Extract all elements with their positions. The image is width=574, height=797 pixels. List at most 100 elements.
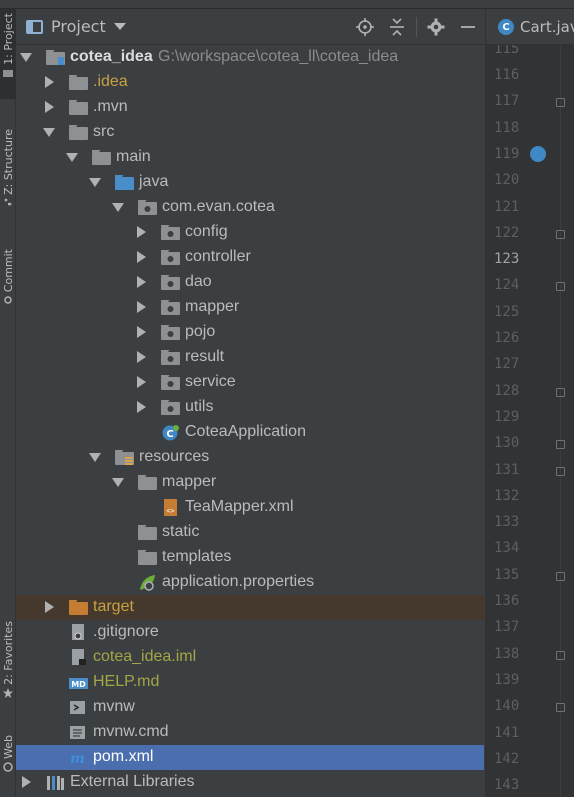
fold-marker-icon[interactable]: [556, 440, 565, 450]
expand-arrow-right-icon[interactable]: [137, 276, 146, 288]
expand-arrow-right-icon[interactable]: [137, 226, 146, 238]
tree-row[interactable]: application.properties: [16, 570, 484, 595]
tree-row[interactable]: cotea_idea G:\workspace\cotea_ll\cotea_id…: [16, 45, 484, 70]
tree-row[interactable]: mapper: [16, 295, 484, 320]
tool-tab-project-label: 1: Project: [1, 13, 15, 65]
expand-arrow-down-icon[interactable]: [20, 53, 32, 62]
expand-arrow-down-icon[interactable]: [112, 478, 124, 487]
tree-row[interactable]: resources: [16, 445, 484, 470]
tree-row[interactable]: main: [16, 145, 484, 170]
folder-icon: [69, 99, 88, 116]
line-number: 138: [494, 645, 520, 662]
expand-arrow-down-icon[interactable]: [89, 453, 101, 462]
tree-row[interactable]: com.evan.cotea: [16, 195, 484, 220]
line-number: 115: [494, 45, 520, 57]
tool-tab-favorites[interactable]: 2: Favorites: [0, 621, 16, 719]
tree-row[interactable]: pojo: [16, 320, 484, 345]
tree-row-label: java: [139, 173, 169, 190]
tree-row[interactable]: controller: [16, 245, 484, 270]
expand-arrow-right-icon[interactable]: [22, 776, 31, 788]
expand-arrow-right-icon[interactable]: [137, 326, 146, 338]
line-number: 137: [494, 619, 520, 636]
gutter-fold-line: [560, 45, 561, 797]
tool-tab-web[interactable]: Web: [0, 735, 16, 793]
tree-row[interactable]: service: [16, 370, 484, 395]
folder-icon: [138, 524, 157, 541]
tool-tab-web-label: Web: [1, 735, 15, 759]
editor-tab-cart-java[interactable]: C Cart.java: [486, 9, 574, 45]
tree-row-label: main: [116, 148, 151, 165]
line-number: 131: [494, 461, 520, 478]
expand-arrow-right-icon[interactable]: [137, 351, 146, 363]
tree-row[interactable]: .mvn: [16, 95, 484, 120]
tree-row[interactable]: .gitignore: [16, 620, 484, 645]
tree-row[interactable]: utils: [16, 395, 484, 420]
tool-tab-structure-label: Z: Structure: [1, 129, 15, 195]
fold-marker-icon[interactable]: [556, 703, 565, 713]
tree-row[interactable]: java: [16, 170, 484, 195]
expand-arrow-down-icon[interactable]: [66, 153, 78, 162]
project-view-selector[interactable]: Project: [26, 17, 126, 36]
settings-button[interactable]: [420, 9, 452, 45]
line-number: 135: [494, 566, 520, 583]
collapse-all-button[interactable]: [381, 9, 413, 45]
expand-arrow-right-icon[interactable]: [45, 601, 54, 613]
expand-arrow-right-icon[interactable]: [45, 76, 54, 88]
package-icon: [161, 349, 180, 366]
tree-row[interactable]: config: [16, 220, 484, 245]
tree-row-label: pojo: [185, 323, 216, 340]
hide-panel-button[interactable]: [452, 9, 484, 45]
module-folder-icon: [46, 49, 65, 66]
tree-row-label: mapper: [162, 473, 217, 490]
expand-arrow-down-icon[interactable]: [43, 128, 55, 137]
fold-marker-icon[interactable]: [556, 571, 565, 581]
collapse-all-icon: [390, 18, 404, 36]
tree-row[interactable]: templates: [16, 545, 484, 570]
tree-row[interactable]: target: [16, 595, 484, 620]
expand-arrow-right-icon[interactable]: [45, 101, 54, 113]
tree-row-label: com.evan.cotea: [162, 198, 275, 215]
tool-tab-commit[interactable]: Commit: [0, 249, 16, 319]
tree-row[interactable]: cotea_idea.iml: [16, 645, 484, 670]
expand-arrow-down-icon[interactable]: [112, 203, 124, 212]
libraries-icon: [46, 774, 65, 791]
tree-row[interactable]: src: [16, 120, 484, 145]
line-number: 143: [494, 777, 520, 794]
tree-row[interactable]: static: [16, 520, 484, 545]
tree-row[interactable]: External Libraries: [16, 770, 484, 795]
tree-row[interactable]: <> TeaMapper.xml: [16, 495, 484, 520]
tree-row[interactable]: C CoteaApplication: [16, 420, 484, 445]
line-number: 140: [494, 698, 520, 715]
tree-row[interactable]: m pom.xml: [16, 745, 484, 770]
tree-row[interactable]: .idea: [16, 70, 484, 95]
fold-marker-icon[interactable]: [556, 282, 565, 292]
expand-arrow-right-icon[interactable]: [137, 376, 146, 388]
expand-arrow-right-icon[interactable]: [137, 301, 146, 313]
editor-tab-label: Cart.java: [520, 18, 574, 36]
fold-marker-icon[interactable]: [556, 229, 565, 239]
tool-tab-project[interactable]: 1: Project: [0, 9, 16, 99]
package-icon: [161, 299, 180, 316]
tool-tab-structure[interactable]: Z: Structure: [0, 129, 16, 209]
tree-row[interactable]: dao: [16, 270, 484, 295]
line-number: 139: [494, 671, 520, 688]
tree-row[interactable]: result: [16, 345, 484, 370]
fold-marker-icon[interactable]: [556, 650, 565, 660]
markdown-file-icon: MD: [69, 674, 88, 691]
expand-arrow-right-icon[interactable]: [137, 251, 146, 263]
tree-row[interactable]: MD HELP.md: [16, 670, 484, 695]
expand-arrow-down-icon[interactable]: [89, 178, 101, 187]
expand-arrow-right-icon[interactable]: [137, 401, 146, 413]
override-method-icon[interactable]: [530, 145, 546, 162]
tree-row[interactable]: mvnw: [16, 695, 484, 720]
fold-marker-icon[interactable]: [556, 98, 565, 108]
tree-row[interactable]: mapper: [16, 470, 484, 495]
fold-marker-icon[interactable]: [556, 387, 565, 397]
tree-row[interactable]: mvnw.cmd: [16, 720, 484, 745]
locate-button[interactable]: [349, 9, 381, 45]
project-panel: Project cotea_idea G:\workspace\cotea_ll…: [16, 9, 484, 797]
package-icon: [161, 274, 180, 291]
editor-tab-bar: C Cart.java: [486, 9, 574, 45]
fold-marker-icon[interactable]: [556, 466, 565, 476]
tree-row-label: controller: [185, 248, 251, 265]
